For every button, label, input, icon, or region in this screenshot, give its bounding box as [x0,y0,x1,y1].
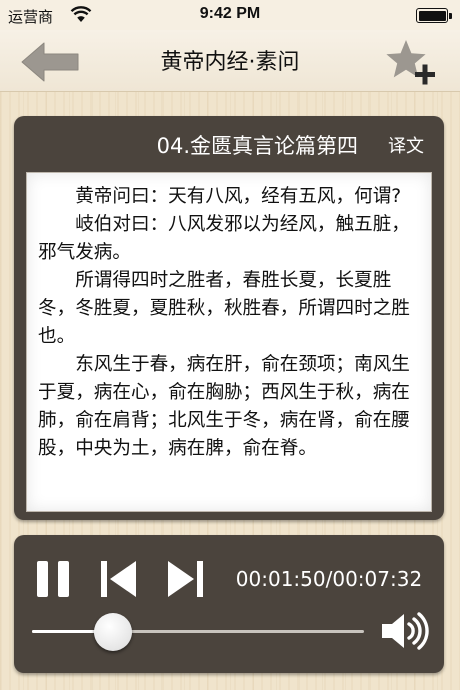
chapter-title: 04.金匮真言论篇第四 [156,134,358,158]
navigation-bar: 黄帝内经·素问 [0,30,460,92]
next-track-button[interactable] [162,557,206,601]
paragraph: 东风生于春，病在肝，俞在颈项；南风生于夏，病在心，俞在胸胁；西风生于秋，病在肺，… [38,354,410,459]
skip-previous-icon [101,561,136,597]
status-time: 9:42 PM [199,5,261,22]
progress-thumb[interactable] [93,613,132,651]
progress-slider[interactable] [32,630,364,633]
translate-button[interactable]: 译文 [376,132,436,158]
add-favorite-button[interactable] [384,36,436,88]
status-bar: 运营商 9:42 PM [0,0,460,30]
chapter-panel: 04.金匮真言论篇第四 译文 黄帝问曰：天有八风，经有五风，何谓? 岐伯对曰：八… [14,116,444,520]
skip-next-icon [168,561,203,597]
battery-icon [416,8,452,23]
battery-fill [418,10,446,21]
playback-time: 00:01:50/00:07:32 [235,567,423,591]
paragraph: 所谓得四时之胜者，春胜长夏，长夏胜冬，冬胜夏，夏胜秋，秋胜春，所谓四时之胜也。 [38,270,410,347]
volume-button[interactable] [380,611,432,651]
chapter-text[interactable]: 黄帝问曰：天有八风，经有五风，何谓? 岐伯对曰：八风发邪以为经风，触五脏，邪气发… [26,172,432,512]
previous-track-button[interactable] [98,557,142,601]
volume-icon [382,612,429,650]
battery-tip [449,13,452,19]
paragraph: 黄帝问曰：天有八风，经有五风，何谓? [75,186,402,207]
audio-player: 00:01:50/00:07:32 [14,535,444,673]
paragraph: 岐伯对曰：八风发邪以为经风，触五脏，邪气发病。 [38,214,410,263]
star-plus-icon [386,40,435,85]
pause-button[interactable] [34,557,74,601]
pause-icon [37,561,69,597]
